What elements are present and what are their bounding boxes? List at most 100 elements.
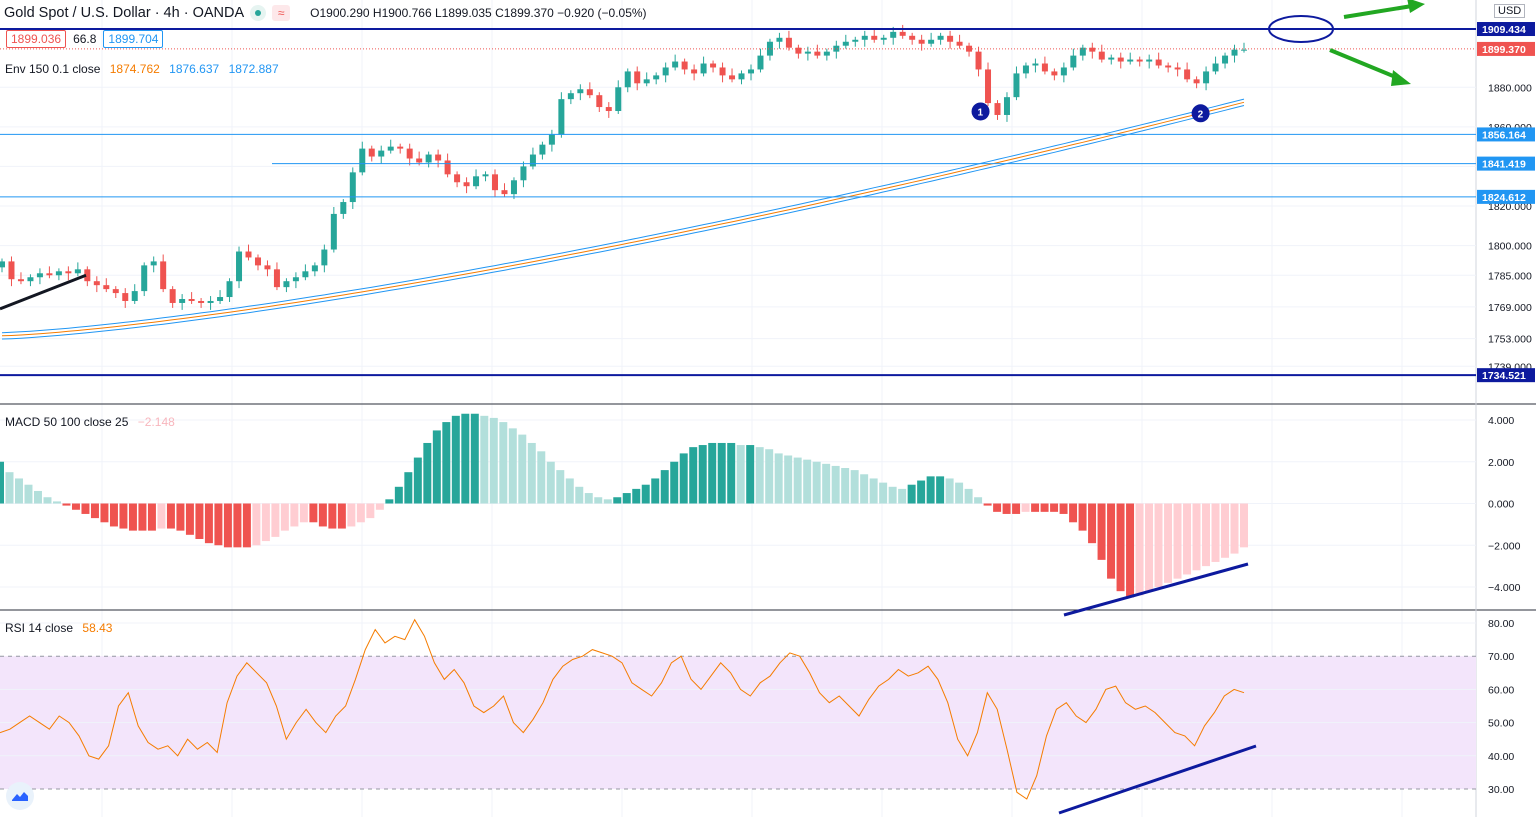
market-status-icon[interactable] xyxy=(250,5,267,21)
macd-histogram-bar xyxy=(1192,503,1201,571)
candle-body xyxy=(207,300,214,303)
macd-histogram-bar xyxy=(413,457,422,504)
macd-histogram-bar xyxy=(166,503,175,529)
macd-histogram-bar xyxy=(613,497,622,504)
candle-body xyxy=(292,277,299,282)
candle-body xyxy=(757,55,764,70)
macd-histogram-bar xyxy=(119,503,128,529)
symbol-header: Gold Spot / U.S. Dollar · 4h · OANDA ≈ O… xyxy=(4,4,647,22)
macd-histogram-bar xyxy=(480,415,489,504)
rsi-legend[interactable]: RSI 14 close 58.43 xyxy=(5,621,112,635)
buy-price-button[interactable]: 1899.704 xyxy=(103,30,164,48)
chart-canvas[interactable]: 1739.0001753.0001769.0001785.0001800.000… xyxy=(0,0,1536,817)
close-value: 1899.370 xyxy=(503,6,554,20)
trend-line xyxy=(0,273,87,311)
macd-histogram-bar xyxy=(1240,503,1248,548)
candle-body xyxy=(577,89,584,94)
candle-body xyxy=(747,69,754,74)
candle-body xyxy=(880,37,887,40)
candle-body xyxy=(1041,63,1048,72)
candle-body xyxy=(330,213,337,250)
macd-histogram-bar xyxy=(1116,503,1125,592)
macd-histogram-bar xyxy=(15,478,23,504)
data-problem-icon[interactable]: ≈ xyxy=(272,5,291,21)
macd-legend[interactable]: MACD 50 100 close 25 −2.148 xyxy=(5,415,175,429)
candle-body xyxy=(529,154,536,167)
candle-body xyxy=(103,285,110,290)
macd-histogram-bar xyxy=(546,461,555,504)
candle-body xyxy=(586,89,593,96)
macd-histogram-bar xyxy=(784,455,793,504)
candle-body xyxy=(217,297,224,301)
macd-histogram-bar xyxy=(423,442,432,504)
macd-histogram-bar xyxy=(271,503,280,537)
macd-histogram-bar xyxy=(983,503,992,506)
rsi-tick-label: 30.00 xyxy=(1488,784,1514,796)
macd-histogram-bar xyxy=(442,422,451,504)
macd-histogram-bar xyxy=(299,503,308,523)
candle-body xyxy=(700,63,707,74)
macd-histogram-bar xyxy=(765,449,774,504)
spread-value: 66.8 xyxy=(73,32,97,46)
macd-histogram-bar xyxy=(717,442,726,504)
candle-body xyxy=(1212,63,1219,72)
candle-body xyxy=(349,172,356,203)
candle-body xyxy=(1241,49,1247,51)
candle-body xyxy=(321,249,328,266)
candle-body xyxy=(368,148,375,157)
candle-body xyxy=(1193,79,1200,84)
candle-body xyxy=(814,51,821,56)
macd-histogram-bar xyxy=(869,478,878,504)
candle-body xyxy=(928,39,935,44)
candle-body xyxy=(785,37,792,48)
macd-histogram-bar xyxy=(223,503,232,548)
symbol-title[interactable]: Gold Spot / U.S. Dollar · 4h · OANDA xyxy=(4,5,244,21)
macd-histogram-bar xyxy=(5,472,14,504)
macd-histogram-bar xyxy=(1088,503,1097,544)
macd-histogram-bar xyxy=(451,415,460,504)
candle-body xyxy=(1032,63,1039,66)
macd-histogram-bar xyxy=(508,428,517,504)
price-tick-label: 1769.000 xyxy=(1488,302,1532,314)
price-level-label: 1856.164 xyxy=(1482,129,1526,141)
macd-histogram-bar xyxy=(394,486,403,504)
macd-histogram-bar xyxy=(993,503,1002,512)
macd-histogram-bar xyxy=(622,493,631,504)
high-value: 1900.766 xyxy=(381,6,432,20)
candle-body xyxy=(766,41,773,56)
low-value: 1899.035 xyxy=(441,6,492,20)
macd-histogram-bar xyxy=(689,447,698,504)
low-label: L xyxy=(434,6,442,20)
price-level-label: 1734.521 xyxy=(1482,370,1526,382)
macd-histogram-bar xyxy=(1078,503,1087,531)
envelope-lower-value: 1872.887 xyxy=(228,62,279,76)
macd-histogram-bar xyxy=(1059,503,1068,514)
candle-body xyxy=(416,158,423,163)
tradingview-logo-icon[interactable] xyxy=(6,782,34,810)
macd-histogram-bar xyxy=(328,503,337,529)
sell-price-button[interactable]: 1899.036 xyxy=(6,30,67,48)
currency-button[interactable]: USD xyxy=(1494,4,1526,18)
candle-body xyxy=(937,35,944,40)
candle-body xyxy=(131,291,138,301)
macd-histogram-bar xyxy=(404,472,413,504)
macd-histogram-bar xyxy=(831,465,840,504)
candle-body xyxy=(245,251,252,258)
close-label: C xyxy=(495,6,504,20)
envelope-lower-line xyxy=(1,105,1245,340)
candle-body xyxy=(112,289,119,294)
envelope-legend[interactable]: Env 150 0.1 close 1874.762 1876.637 1872… xyxy=(5,62,279,76)
candle-body xyxy=(1174,67,1181,70)
candle-body xyxy=(236,251,243,282)
macd-histogram-bar xyxy=(518,434,527,504)
price-level-label: 1909.434 xyxy=(1482,24,1526,36)
candle-body xyxy=(141,265,148,292)
candle-body xyxy=(27,277,34,282)
macd-histogram-bar xyxy=(261,503,270,542)
candle-body xyxy=(55,271,62,276)
macd-histogram-bar xyxy=(157,503,166,529)
macd-histogram-bar xyxy=(185,503,194,535)
candle-body xyxy=(359,148,366,173)
candle-body xyxy=(567,93,574,100)
macd-histogram-bar xyxy=(888,486,897,504)
